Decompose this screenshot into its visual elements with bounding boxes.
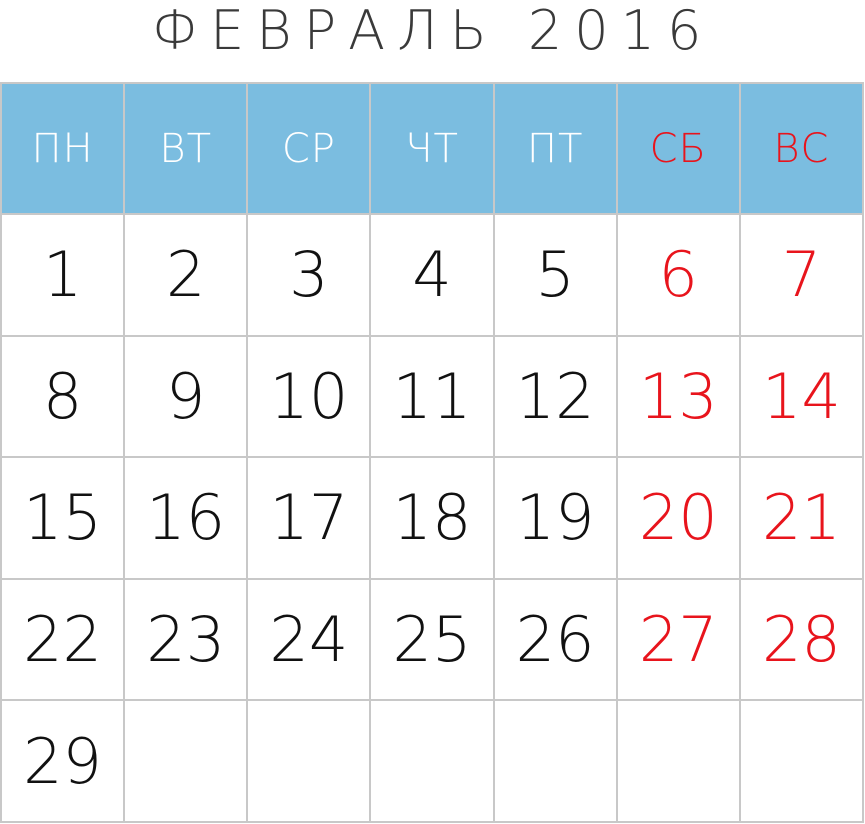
day-cell: 25: [371, 579, 495, 702]
empty-day-cell: [125, 701, 249, 823]
empty-day-cell: [617, 701, 741, 823]
calendar-grid: ПН ВТ СР ЧТ ПТ СБ ВС 1 2 3 4 5 6 7 8 9 10 11 12 13 14 15 16 17 1…: [0, 82, 864, 823]
day-cell: 19: [494, 458, 618, 580]
empty-day-cell: [740, 701, 864, 823]
day-cell: 23: [125, 579, 249, 702]
day-cell: 6: [617, 215, 741, 337]
day-cell: 12: [494, 336, 618, 459]
day-cell: 24: [248, 579, 372, 702]
day-cell: 16: [125, 458, 249, 580]
weekday-header: ВС: [740, 84, 864, 215]
empty-day-cell: [248, 701, 372, 823]
day-cell: 17: [248, 458, 372, 580]
day-cell: 11: [371, 336, 495, 459]
day-cell: 8: [2, 336, 126, 459]
weekday-header: ВТ: [125, 84, 249, 215]
day-cell: 1: [2, 215, 126, 337]
day-cell: 15: [2, 458, 126, 580]
day-cell: 28: [740, 579, 864, 702]
empty-day-cell: [494, 701, 618, 823]
day-cell: 4: [371, 215, 495, 337]
day-cell: 29: [2, 701, 126, 823]
empty-day-cell: [371, 701, 495, 823]
weekday-header: ЧТ: [371, 84, 495, 215]
weekday-header: СР: [248, 84, 372, 215]
weekday-header: ПТ: [494, 84, 618, 215]
day-cell: 7: [740, 215, 864, 337]
day-cell: 26: [494, 579, 618, 702]
day-cell: 5: [494, 215, 618, 337]
day-cell: 10: [248, 336, 372, 459]
day-cell: 14: [740, 336, 864, 459]
day-cell: 18: [371, 458, 495, 580]
calendar-title: ФЕВРАЛЬ 2016: [151, 0, 714, 62]
day-cell: 13: [617, 336, 741, 459]
day-cell: 3: [248, 215, 372, 337]
weekday-header: ПН: [2, 84, 126, 215]
day-cell: 9: [125, 336, 249, 459]
day-cell: 27: [617, 579, 741, 702]
day-cell: 2: [125, 215, 249, 337]
day-cell: 22: [2, 579, 126, 702]
day-cell: 21: [740, 458, 864, 580]
weekday-header: СБ: [617, 84, 741, 215]
day-cell: 20: [617, 458, 741, 580]
